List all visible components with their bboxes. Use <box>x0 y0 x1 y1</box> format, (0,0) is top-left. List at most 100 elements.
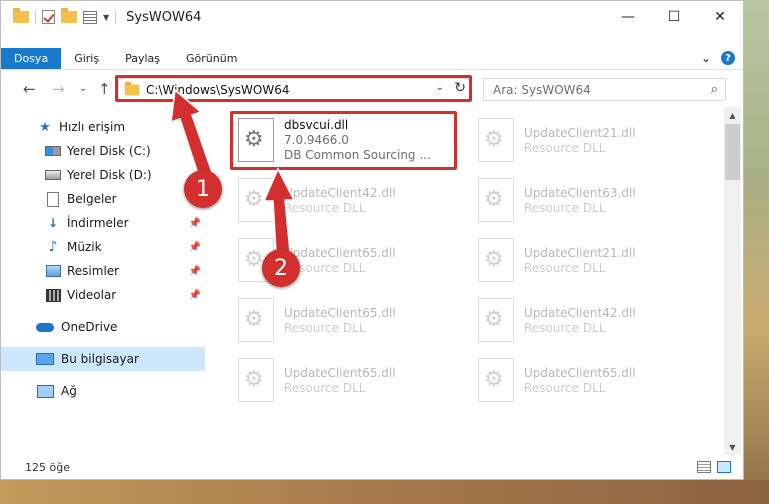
address-bar[interactable]: C:\Windows\SysWOW64 ⌄ ↻ <box>118 78 471 101</box>
tab-view[interactable]: Görünüm <box>173 48 250 69</box>
sidebar-item-downloads[interactable]: ↓ İndirmeler 📌 <box>1 211 205 235</box>
window-title: SysWOW64 <box>126 9 202 25</box>
pin-icon[interactable]: 📌 <box>189 290 201 301</box>
dll-file-icon <box>238 358 274 402</box>
folder-icon[interactable] <box>13 8 29 23</box>
sidebar-item-documents[interactable]: Belgeler <box>1 187 205 211</box>
view-buttons <box>697 461 731 473</box>
file-tile-dbsvcui[interactable]: dbsvcui.dll 7.0.9466.0 DB Common Sourcin… <box>232 113 458 167</box>
vertical-scrollbar[interactable]: ▲ ▼ <box>724 107 741 455</box>
sidebar-item-label: Ağ <box>61 384 77 398</box>
pin-icon[interactable]: 📌 <box>189 218 201 229</box>
address-dropdown-icon[interactable]: ⌄ <box>436 82 444 93</box>
tab-share[interactable]: Paylaş <box>112 48 173 69</box>
sidebar-item-onedrive[interactable]: OneDrive <box>1 315 205 339</box>
customize-toolbar-icon[interactable]: ▼ <box>103 13 109 22</box>
navigation-pane: ★ Hızlı erişim Yerel Disk (C:) Yerel Dis… <box>1 111 205 451</box>
sidebar-item-quick-access[interactable]: ★ Hızlı erişim <box>1 115 205 139</box>
refresh-icon[interactable]: ↻ <box>454 80 466 96</box>
up-button[interactable]: ↑ <box>98 80 111 98</box>
maximize-button[interactable]: ☐ <box>651 1 697 32</box>
dll-file-icon <box>478 118 514 162</box>
details-view-icon[interactable] <box>697 461 711 473</box>
file-tile[interactable]: UpdateClient42.dllResource DLL <box>472 293 698 347</box>
file-description: Resource DLL <box>524 260 606 275</box>
sidebar-item-label: Hızlı erişim <box>59 120 126 134</box>
sidebar-item-disk-d[interactable]: Yerel Disk (D:) <box>1 163 205 187</box>
file-name: UpdateClient42.dll <box>524 305 636 320</box>
file-name: UpdateClient65.dll <box>284 305 396 320</box>
new-folder-icon[interactable] <box>61 8 77 23</box>
back-button[interactable]: ← <box>23 80 36 98</box>
properties-check-icon[interactable] <box>42 10 55 24</box>
file-tile[interactable]: UpdateClient21.dllResource DLL <box>472 113 698 167</box>
dll-file-icon <box>238 298 274 342</box>
file-version: 7.0.9466.0 <box>284 133 349 147</box>
folder-icon <box>124 81 140 95</box>
sidebar-item-label: Belgeler <box>67 192 117 206</box>
rename-icon[interactable] <box>83 10 97 24</box>
scroll-thumb[interactable] <box>725 124 740 180</box>
close-button[interactable]: ✕ <box>697 1 743 32</box>
scroll-up-icon[interactable]: ▲ <box>724 107 741 123</box>
explorer-window: ▼ SysWOW64 — ☐ ✕ Dosya Giriş Paylaş Görü… <box>0 0 744 480</box>
address-path[interactable]: C:\Windows\SysWOW64 <box>146 83 290 97</box>
sidebar-item-label: Videolar <box>67 288 117 302</box>
sidebar-item-label: Müzik <box>67 240 102 254</box>
sidebar-item-network[interactable]: Ağ <box>1 379 205 403</box>
music-icon: ♪ <box>48 239 58 255</box>
search-box[interactable]: Ara: SysWOW64 ⌕ <box>483 78 726 101</box>
pin-icon[interactable]: 📌 <box>189 266 201 277</box>
file-description: Resource DLL <box>524 380 606 395</box>
file-name: UpdateClient21.dll <box>524 125 636 140</box>
sidebar-item-label: OneDrive <box>61 320 118 334</box>
pc-icon <box>35 352 55 366</box>
download-icon: ↓ <box>47 216 59 230</box>
file-name: UpdateClient65.dll <box>284 365 396 380</box>
file-description: Resource DLL <box>284 320 366 335</box>
tiles-view-icon[interactable] <box>717 461 731 473</box>
search-icon[interactable]: ⌕ <box>711 82 718 97</box>
document-icon <box>45 191 61 207</box>
file-description: Resource DLL <box>284 200 366 215</box>
sidebar-item-this-pc[interactable]: Bu bilgisayar <box>1 347 205 371</box>
file-name: UpdateClient42.dll <box>284 185 396 200</box>
quick-access-toolbar: ▼ <box>13 8 117 24</box>
drive-icon <box>45 168 61 182</box>
dll-file-icon <box>478 298 514 342</box>
ribbon-tabs: Dosya Giriş Paylaş Görünüm ⌄ ? <box>1 48 743 70</box>
desktop-background <box>744 0 769 504</box>
drive-icon <box>45 144 61 158</box>
sidebar-item-music[interactable]: ♪ Müzik 📌 <box>1 235 205 259</box>
file-tile[interactable]: UpdateClient63.dllResource DLL <box>472 173 698 227</box>
recent-locations-button[interactable]: ⌄ <box>79 83 87 94</box>
help-icon[interactable]: ? <box>721 51 735 65</box>
navigation-bar: ← → ⌄ ↑ C:\Windows\SysWOW64 ⌄ ↻ Ara: Sys… <box>1 74 743 104</box>
sidebar-item-videos[interactable]: Videolar 📌 <box>1 283 205 307</box>
forward-button[interactable]: → <box>52 80 65 98</box>
file-name: dbsvcui.dll <box>284 118 349 132</box>
cloud-icon <box>35 320 55 334</box>
dll-file-icon <box>238 118 274 162</box>
pictures-icon <box>45 264 61 278</box>
sidebar-item-label: Resimler <box>67 264 120 278</box>
file-tile[interactable]: UpdateClient65.dllResource DLL <box>232 293 458 347</box>
pin-icon[interactable]: 📌 <box>189 242 201 253</box>
file-tile[interactable]: UpdateClient42.dllResource DLL <box>232 173 458 227</box>
sidebar-item-pictures[interactable]: Resimler 📌 <box>1 259 205 283</box>
expand-ribbon-icon[interactable]: ⌄ <box>701 51 711 65</box>
file-tile[interactable]: UpdateClient65.dllResource DLL <box>232 353 458 407</box>
file-description: Resource DLL <box>524 200 606 215</box>
scroll-down-icon[interactable]: ▼ <box>724 439 741 455</box>
file-description: Resource DLL <box>284 260 366 275</box>
sidebar-item-label: Yerel Disk (D:) <box>67 168 152 182</box>
search-input[interactable]: Ara: SysWOW64 <box>493 83 591 97</box>
file-tile[interactable]: UpdateClient65.dllResource DLL <box>472 353 698 407</box>
file-tile[interactable]: UpdateClient21.dllResource DLL <box>472 233 698 287</box>
sidebar-item-disk-c[interactable]: Yerel Disk (C:) <box>1 139 205 163</box>
ribbon-right-controls: ⌄ ? <box>701 51 735 65</box>
tab-file[interactable]: Dosya <box>1 48 62 69</box>
video-icon <box>45 288 61 302</box>
minimize-button[interactable]: — <box>605 1 651 32</box>
tab-home[interactable]: Giriş <box>61 48 112 69</box>
